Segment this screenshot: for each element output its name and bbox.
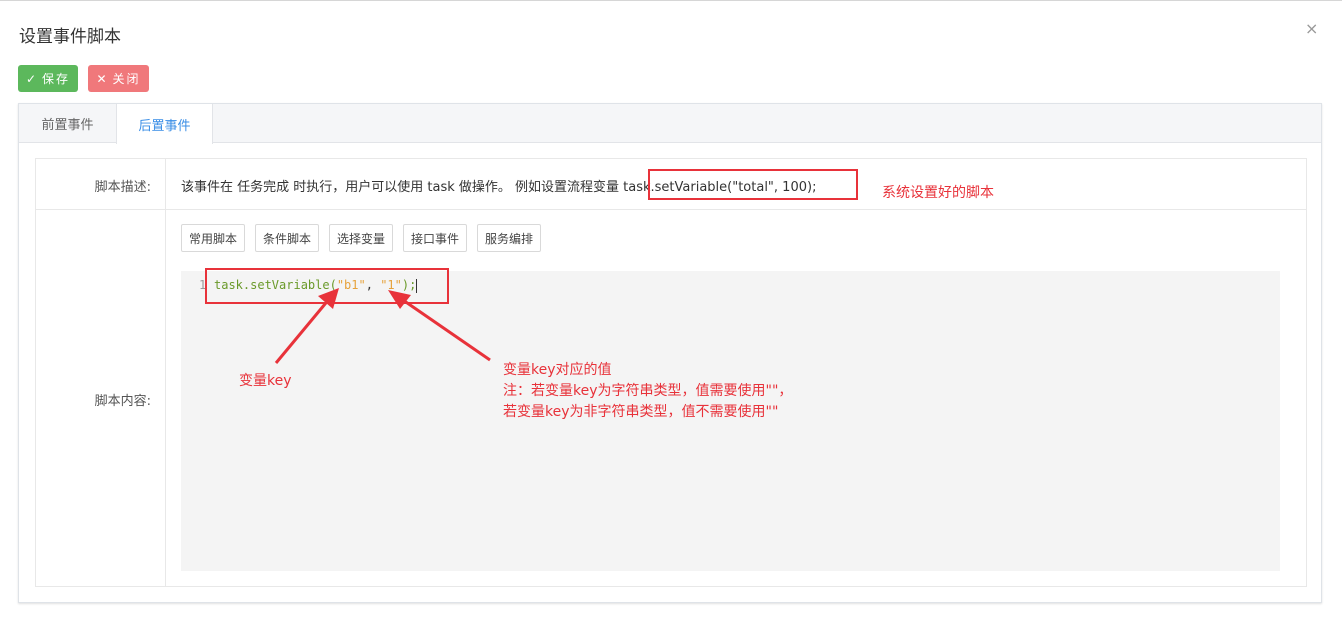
annotation-box-code bbox=[205, 268, 449, 304]
tab-bar: 前置事件 后置事件 bbox=[19, 104, 1321, 144]
x-icon: ✕ bbox=[96, 71, 109, 86]
annotation-box-system-script bbox=[648, 169, 858, 200]
close-icon[interactable]: × bbox=[1305, 19, 1318, 38]
service-orchestration-button[interactable]: 服务编排 bbox=[477, 224, 541, 252]
content-label: 脚本内容: bbox=[94, 394, 151, 409]
annotation-variable-key: 变量key bbox=[239, 373, 292, 389]
common-script-button[interactable]: 常用脚本 bbox=[181, 224, 245, 252]
tab-pre-event[interactable]: 前置事件 bbox=[19, 104, 116, 143]
desc-label: 脚本描述: bbox=[94, 180, 151, 195]
condition-script-button[interactable]: 条件脚本 bbox=[255, 224, 319, 252]
close-button[interactable]: ✕ 关闭 bbox=[88, 65, 149, 92]
annotation-value-line3: 若变量key为非字符串类型，值不需要使用"" bbox=[503, 404, 779, 420]
annotation-value-line1: 变量key对应的值 bbox=[503, 362, 612, 378]
top-border bbox=[0, 0, 1342, 1]
check-icon: ✓ bbox=[25, 71, 39, 86]
save-button[interactable]: ✓ 保存 bbox=[18, 65, 78, 92]
save-button-label: 保存 bbox=[42, 72, 71, 86]
interface-event-button[interactable]: 接口事件 bbox=[403, 224, 467, 252]
label-column: 脚本描述: 脚本内容: bbox=[36, 159, 166, 586]
annotation-value-line2: 注：若变量key为字符串类型，值需要使用""， bbox=[503, 383, 793, 399]
dialog-title: 设置事件脚本 bbox=[19, 27, 121, 47]
close-button-label: 关闭 bbox=[112, 72, 141, 86]
annotation-system-script: 系统设置好的脚本 bbox=[882, 185, 994, 201]
select-variable-button[interactable]: 选择变量 bbox=[329, 224, 393, 252]
row-divider bbox=[36, 209, 1306, 210]
script-form: 脚本描述: 脚本内容: 该事件在 任务完成 时执行，用户可以使用 task 做操… bbox=[35, 158, 1307, 587]
tab-post-event[interactable]: 后置事件 bbox=[116, 104, 213, 144]
